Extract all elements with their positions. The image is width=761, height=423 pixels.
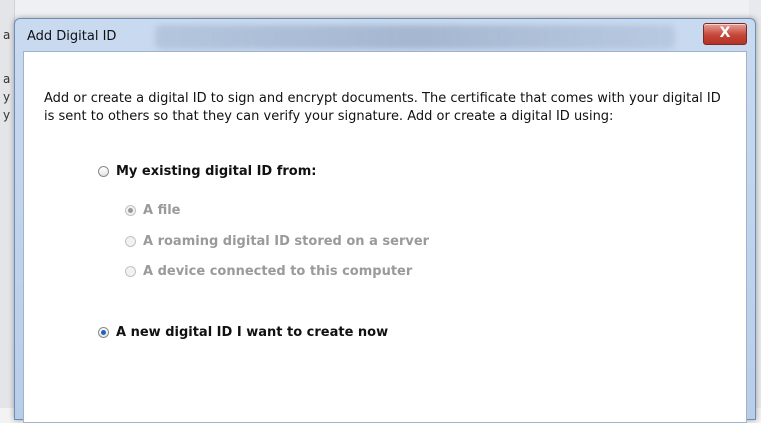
radio-existing-label: My existing digital ID from: <box>116 164 317 179</box>
background-char: a <box>3 28 11 42</box>
radio-disabled-icon[interactable] <box>125 266 136 277</box>
close-icon: X <box>719 25 731 41</box>
blurred-toolbar-behind <box>155 25 675 49</box>
radio-device[interactable]: A device connected to this computer <box>125 264 412 279</box>
background-char: y <box>3 90 11 104</box>
add-digital-id-dialog: Add Digital ID X <box>14 18 756 423</box>
dialog-title: Add Digital ID <box>27 29 117 44</box>
background-char: a <box>3 72 11 86</box>
radio-roaming-digital-id[interactable]: A roaming digital ID stored on a server <box>125 234 429 249</box>
background-left-panel: a a y y <box>0 0 15 408</box>
radio-existing-digital-id[interactable]: My existing digital ID from: <box>98 164 316 179</box>
background-char: y <box>3 108 11 122</box>
close-button[interactable]: X <box>703 23 747 45</box>
radio-roaming-label: A roaming digital ID stored on a server <box>143 234 430 249</box>
radio-checked-disabled-icon[interactable] <box>125 205 136 216</box>
radio-new-digital-id[interactable]: A new digital ID I want to create now <box>98 325 388 340</box>
radio-checked-icon[interactable] <box>98 327 109 338</box>
radio-new-label: A new digital ID I want to create now <box>116 325 389 340</box>
radio-file-label: A file <box>143 203 181 218</box>
dialog-description: Add or create a digital ID to sign and e… <box>44 91 721 124</box>
radio-device-label: A device connected to this computer <box>143 264 413 279</box>
radio-a-file[interactable]: A file <box>125 203 181 218</box>
radio-disabled-icon[interactable] <box>125 236 136 247</box>
radio-unchecked-icon[interactable] <box>98 166 109 177</box>
